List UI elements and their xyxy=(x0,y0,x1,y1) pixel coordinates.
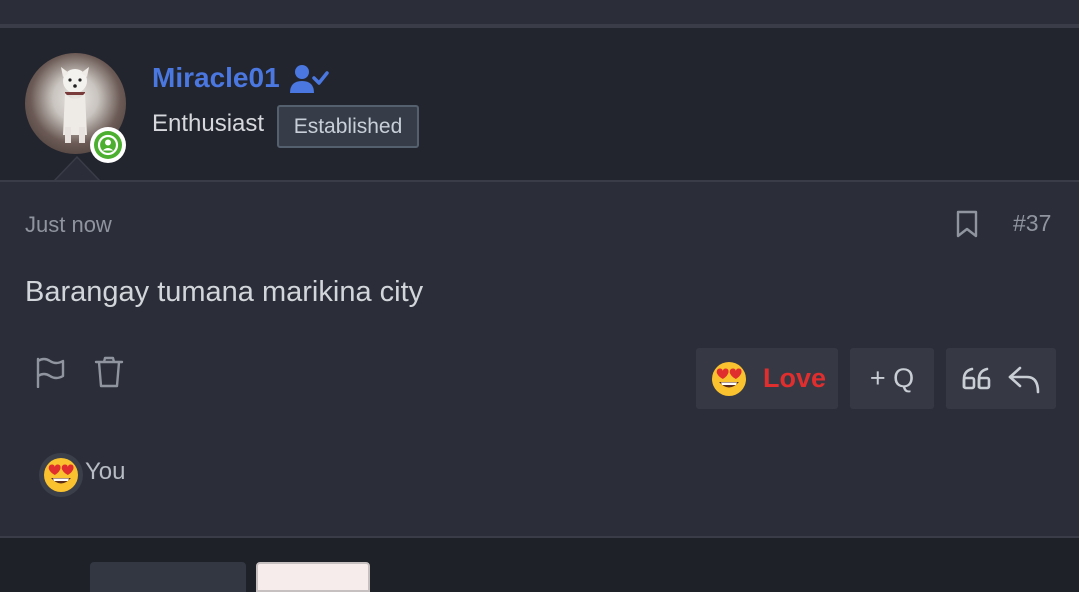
multiquote-label: + Q xyxy=(869,363,915,393)
love-label: Love xyxy=(763,363,827,393)
post-timestamp[interactable]: Just now xyxy=(25,212,112,238)
heart-eyes-emoji xyxy=(712,361,746,396)
reaction-summary-text[interactable]: You xyxy=(85,458,126,486)
editor-tab[interactable] xyxy=(90,562,246,592)
post-message: Barangay tumana marikina city xyxy=(25,276,424,308)
multiquote-button[interactable]: + Q xyxy=(850,348,934,409)
post-number-link[interactable]: #37 xyxy=(1013,210,1051,237)
online-dot xyxy=(94,131,122,159)
editor-tab[interactable] xyxy=(256,562,370,592)
post-container: Miracle01 Enthusiast Established Just no… xyxy=(0,28,1079,536)
post-header xyxy=(0,28,1079,180)
previous-post-footer xyxy=(0,0,1079,24)
username-link[interactable]: Miracle01 xyxy=(152,62,280,94)
reaction-summary-icon[interactable] xyxy=(39,453,83,497)
dog-photo xyxy=(61,67,89,143)
verified-user-icon xyxy=(290,65,329,93)
divider xyxy=(0,536,1079,538)
flag-icon[interactable] xyxy=(34,356,66,388)
user-title: Enthusiast xyxy=(152,110,265,137)
reply-button[interactable] xyxy=(946,348,1056,409)
user-banner: Established xyxy=(277,105,419,148)
header-divider xyxy=(0,180,1079,182)
heart-eyes-emoji xyxy=(44,458,78,492)
reply-icon xyxy=(1008,366,1040,393)
header-caret xyxy=(56,158,98,180)
love-reaction-button[interactable]: Love xyxy=(696,348,838,409)
online-status-indicator xyxy=(90,127,126,163)
quote-icon xyxy=(962,367,991,389)
user-online-icon xyxy=(97,134,119,156)
trash-icon[interactable] xyxy=(94,356,124,388)
bookmark-icon[interactable] xyxy=(956,210,978,238)
